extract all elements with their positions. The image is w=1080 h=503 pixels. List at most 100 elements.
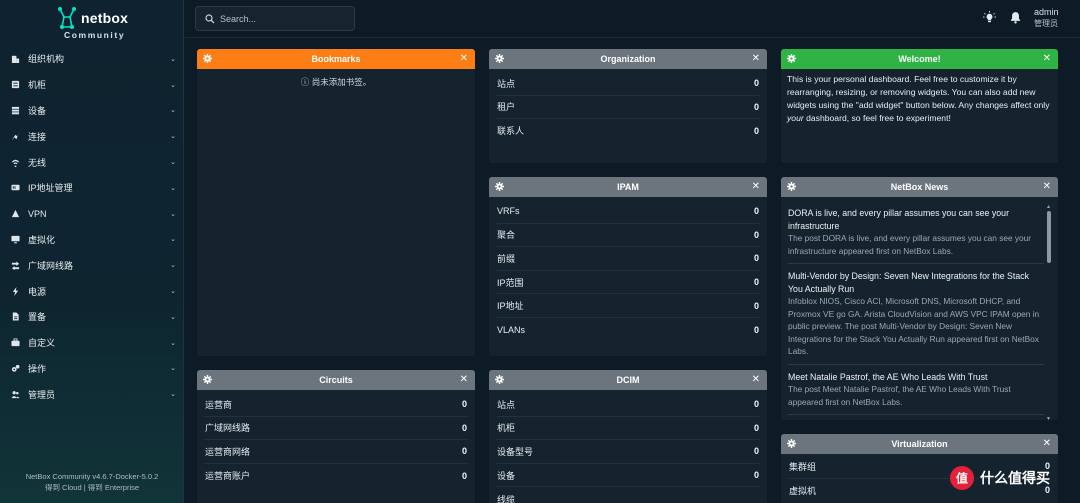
search-input[interactable]: [220, 10, 350, 28]
table-row[interactable]: 设备 0: [497, 464, 759, 488]
row-count: 0: [753, 253, 759, 264]
netbox-logo[interactable]: netbox Community: [56, 6, 146, 42]
widget-header[interactable]: IPAM ✕: [489, 177, 767, 197]
sidebar-item-7[interactable]: VPN ⌄: [0, 201, 184, 227]
row-label[interactable]: IP地址: [497, 299, 524, 312]
widget-header[interactable]: DCIM ✕: [489, 370, 767, 390]
widget-header[interactable]: Welcome! ✕: [781, 49, 1058, 69]
gear-icon[interactable]: [495, 375, 504, 384]
theme-toggle-icon[interactable]: [983, 11, 996, 24]
widget-header[interactable]: Bookmarks ✕: [197, 49, 475, 69]
row-count: 0: [753, 324, 759, 335]
scroll-down-icon[interactable]: ▼: [1046, 416, 1051, 420]
row-label[interactable]: 设备型号: [497, 445, 533, 458]
user-role: 管理员: [1034, 19, 1058, 28]
chevron-down-icon: ⌄: [170, 55, 176, 63]
table-row[interactable]: 运营商账户 0: [205, 464, 467, 488]
sidebar-item-5[interactable]: 无线 ⌄: [0, 149, 184, 175]
news-scrollbar[interactable]: ▲ ▼: [1046, 204, 1052, 420]
row-label[interactable]: 广域网线路: [205, 421, 250, 434]
sidebar-item-label: 无线: [28, 157, 47, 168]
widget-header[interactable]: Organization ✕: [489, 49, 767, 69]
sidebar-item-11[interactable]: 置备 ⌄: [0, 304, 184, 330]
sidebar-item-3[interactable]: 设备 ⌄: [0, 98, 184, 124]
widget-title: Bookmarks: [311, 54, 361, 64]
sidebar-item-12[interactable]: 自定义 ⌄: [0, 330, 184, 356]
table-row[interactable]: 聚合 0: [497, 224, 759, 248]
row-label[interactable]: 站点: [497, 398, 515, 411]
news-title-link[interactable]: Meet Natalie Pastrof, the AE Who Leads W…: [788, 371, 1044, 384]
table-row[interactable]: 站点 0: [497, 393, 759, 417]
gear-icon[interactable]: [495, 182, 504, 191]
table-row[interactable]: VRFs 0: [497, 200, 759, 224]
row-label[interactable]: 运营商账户: [205, 469, 250, 482]
sidebar-item-2[interactable]: 机柜 ⌄: [0, 72, 184, 98]
flash-icon: [10, 286, 21, 297]
close-icon[interactable]: ✕: [1043, 181, 1051, 192]
close-icon[interactable]: ✕: [752, 53, 760, 64]
close-icon[interactable]: ✕: [460, 374, 468, 385]
table-row[interactable]: 运营商 0: [205, 393, 467, 417]
chevron-down-icon: ⌄: [170, 391, 176, 399]
sidebar-item-10[interactable]: 电源 ⌄: [0, 278, 184, 304]
row-label[interactable]: 线缆: [497, 493, 515, 503]
close-icon[interactable]: ✕: [1043, 438, 1051, 449]
row-label[interactable]: 设备: [497, 469, 515, 482]
sidebar-item-4[interactable]: 连接 ⌄: [0, 123, 184, 149]
cloud-enterprise-links[interactable]: 得到 Cloud | 得到 Enterprise: [0, 482, 184, 493]
table-row[interactable]: 租户 0: [497, 96, 759, 120]
row-label[interactable]: 集群组: [789, 460, 816, 473]
widget-header[interactable]: Circuits ✕: [197, 370, 475, 390]
sidebar-item-6[interactable]: IP地址管理 ⌄: [0, 175, 184, 201]
close-icon[interactable]: ✕: [752, 181, 760, 192]
table-row[interactable]: IP地址 0: [497, 294, 759, 318]
close-icon[interactable]: ✕: [752, 374, 760, 385]
table-row[interactable]: 站点 0: [497, 72, 759, 96]
row-label[interactable]: 聚合: [497, 228, 515, 241]
news-title-link[interactable]: DORA is live, and every pillar assumes y…: [788, 207, 1044, 232]
row-label[interactable]: 运营商: [205, 398, 232, 411]
row-label[interactable]: VRFs: [497, 206, 520, 216]
sidebar-item-14[interactable]: 管理员 ⌄: [0, 381, 184, 407]
table-row[interactable]: 广域网线路 0: [205, 417, 467, 441]
close-icon[interactable]: ✕: [460, 53, 468, 64]
sidebar-item-13[interactable]: 操作 ⌄: [0, 356, 184, 382]
empty-bookmarks-message: ⓘ 尚未添加书签。: [197, 76, 475, 88]
news-title-link[interactable]: Multi-Vendor by Design: Seven New Integr…: [788, 270, 1044, 295]
search-box[interactable]: [195, 6, 355, 31]
table-row[interactable]: 机柜 0: [497, 417, 759, 441]
scroll-up-icon[interactable]: ▲: [1046, 204, 1051, 210]
gear-icon[interactable]: [787, 182, 796, 191]
widget-header[interactable]: Virtualization ✕: [781, 434, 1058, 454]
ipam-widget: IPAM ✕ VRFs 0 聚合 0 前缀 0 IP范围 0 IP地址 0 VLANs 0: [489, 177, 767, 356]
row-label[interactable]: VLANs: [497, 325, 525, 335]
row-label[interactable]: IP范围: [497, 276, 524, 289]
gear-icon[interactable]: [203, 375, 212, 384]
row-label[interactable]: 站点: [497, 77, 515, 90]
gear-icon[interactable]: [495, 54, 504, 63]
sidebar-item-1[interactable]: 组织机构 ⌄: [0, 46, 184, 72]
row-label[interactable]: 虚拟机: [789, 484, 816, 497]
row-label[interactable]: 前缀: [497, 252, 515, 265]
table-row[interactable]: VLANs 0: [497, 318, 759, 342]
user-menu[interactable]: admin 管理员: [1034, 7, 1059, 29]
gear-icon[interactable]: [203, 54, 212, 63]
row-label[interactable]: 联系人: [497, 124, 524, 137]
sidebar-item-9[interactable]: 广域网线路 ⌄: [0, 252, 184, 278]
close-icon[interactable]: ✕: [1043, 53, 1051, 64]
gear-icon[interactable]: [787, 439, 796, 448]
table-row[interactable]: 线缆: [497, 487, 759, 503]
widget-header[interactable]: NetBox News ✕: [781, 177, 1058, 197]
row-label[interactable]: 运营商网络: [205, 445, 250, 458]
notifications-bell-icon[interactable]: [1009, 11, 1022, 24]
table-row[interactable]: IP范围 0: [497, 271, 759, 295]
table-row[interactable]: 前缀 0: [497, 247, 759, 271]
table-row[interactable]: 运营商网络 0: [205, 440, 467, 464]
sidebar-item-8[interactable]: 虚拟化 ⌄: [0, 227, 184, 253]
row-label[interactable]: 租户: [497, 100, 515, 113]
table-row[interactable]: 联系人 0: [497, 119, 759, 143]
row-label[interactable]: 机柜: [497, 421, 515, 434]
gear-icon[interactable]: [787, 54, 796, 63]
scroll-thumb[interactable]: [1047, 211, 1051, 263]
table-row[interactable]: 设备型号 0: [497, 440, 759, 464]
